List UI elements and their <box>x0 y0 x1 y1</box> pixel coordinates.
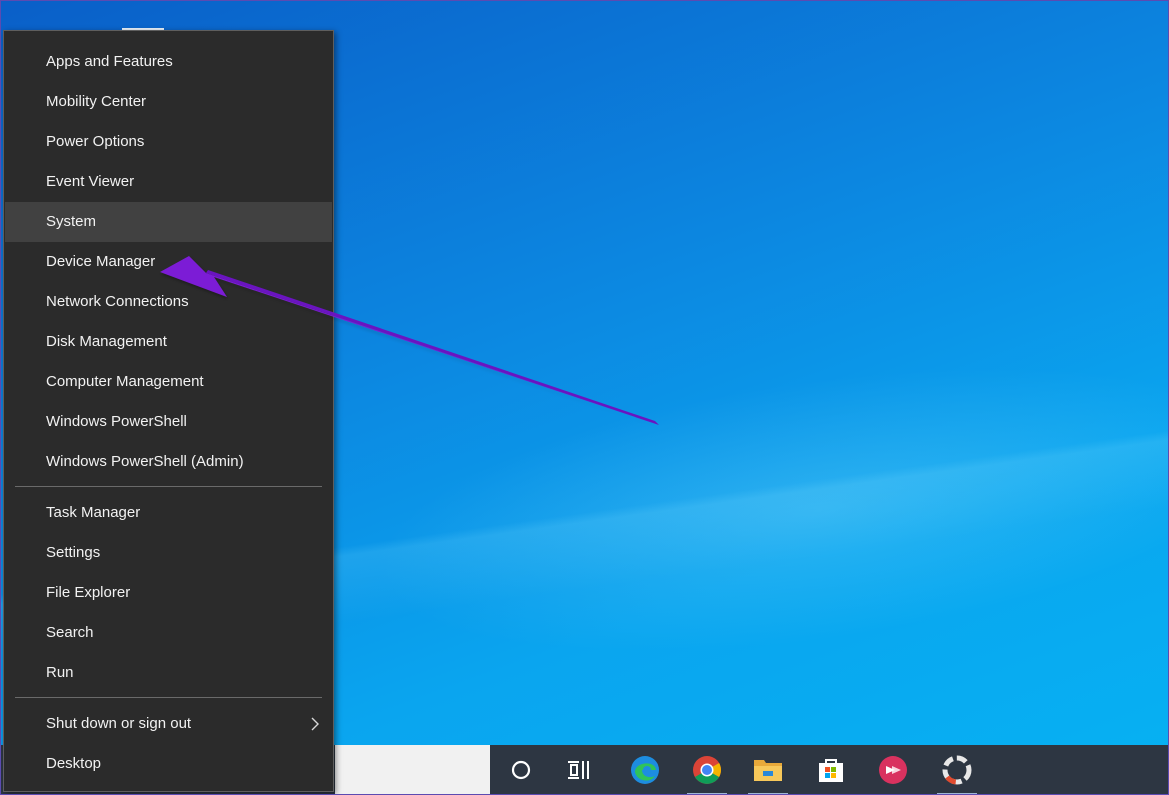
chrome-icon <box>693 756 721 784</box>
menu-item-label: Network Connections <box>46 293 189 310</box>
menu-item-label: Apps and Features <box>46 53 173 70</box>
task-view-icon <box>568 761 589 779</box>
menu-item-label: Computer Management <box>46 373 204 390</box>
edge-icon <box>631 756 659 784</box>
menu-item-label: Desktop <box>46 755 102 772</box>
menu-item-windows-powershell-admin[interactable]: Windows PowerShell (Admin) <box>5 442 332 482</box>
cortana-button[interactable] <box>494 745 548 795</box>
menu-item-label: Shut down or sign out <box>46 715 192 732</box>
recorder-button[interactable] <box>930 745 984 795</box>
chevron-right-icon <box>311 717 319 731</box>
taskbar-search-box[interactable] <box>335 745 490 795</box>
menu-item-label: Windows PowerShell (Admin) <box>46 453 244 470</box>
file-explorer-icon <box>754 760 782 781</box>
menu-item-device-manager[interactable]: Device Manager <box>5 242 332 282</box>
recorder-icon <box>942 755 972 785</box>
cortana-icon <box>511 760 531 780</box>
menu-item-label: Task Manager <box>46 504 141 521</box>
edge-button[interactable] <box>618 745 672 795</box>
menu-item-label: Mobility Center <box>46 93 147 110</box>
menu-item-label: Event Viewer <box>46 173 135 190</box>
menu-item-label: Run <box>46 664 74 681</box>
menu-item-power-options[interactable]: Power Options <box>5 122 332 162</box>
store-button[interactable] <box>804 745 858 795</box>
menu-item-label: Disk Management <box>46 333 167 350</box>
menu-item-desktop[interactable]: Desktop <box>5 744 332 784</box>
menu-item-label: Windows PowerShell <box>46 413 187 430</box>
menu-item-apps-and-features[interactable]: Apps and Features <box>5 42 332 82</box>
menu-item-event-viewer[interactable]: Event Viewer <box>5 162 332 202</box>
chrome-button[interactable] <box>680 745 734 795</box>
store-icon <box>819 759 843 782</box>
menu-item-label: Power Options <box>46 133 145 150</box>
power-user-menu: Apps and Features Mobility Center Power … <box>3 30 334 792</box>
menu-item-system[interactable]: System <box>5 202 332 242</box>
menu-item-label: File Explorer <box>46 584 131 601</box>
app-icon <box>879 756 907 784</box>
menu-item-label: System <box>46 213 97 230</box>
menu-item-mobility-center[interactable]: Mobility Center <box>5 82 332 122</box>
menu-item-network-connections[interactable]: Network Connections <box>5 282 332 322</box>
menu-item-search[interactable]: Search <box>5 613 332 653</box>
menu-item-disk-management[interactable]: Disk Management <box>5 322 332 362</box>
menu-item-file-explorer[interactable]: File Explorer <box>5 573 332 613</box>
menu-item-windows-powershell[interactable]: Windows PowerShell <box>5 402 332 442</box>
menu-item-label: Settings <box>46 544 101 561</box>
app-button[interactable] <box>866 745 920 795</box>
menu-item-run[interactable]: Run <box>5 653 332 693</box>
menu-item-shut-down-or-sign-out[interactable]: Shut down or sign out <box>5 704 332 744</box>
menu-separator <box>15 697 322 698</box>
menu-item-label: Device Manager <box>46 253 156 270</box>
menu-separator <box>15 486 322 487</box>
menu-item-settings[interactable]: Settings <box>5 533 332 573</box>
desktop-light-beam <box>355 318 1169 702</box>
menu-item-label: Search <box>46 624 94 641</box>
menu-item-task-manager[interactable]: Task Manager <box>5 493 332 533</box>
menu-item-computer-management[interactable]: Computer Management <box>5 362 332 402</box>
file-explorer-button[interactable] <box>741 745 795 795</box>
task-view-button[interactable] <box>552 745 606 795</box>
